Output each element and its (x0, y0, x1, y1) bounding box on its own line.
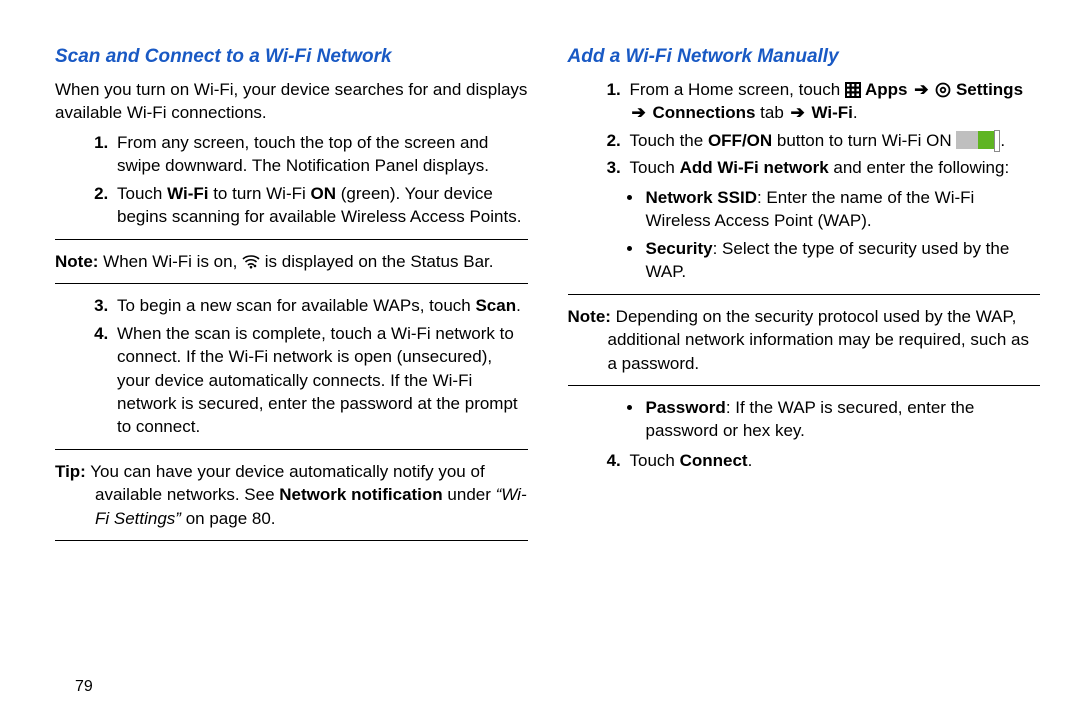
tip-network-notification: Tip: You can have your device automatica… (55, 460, 528, 530)
step-3: To begin a new scan for available WAPs, … (113, 294, 528, 317)
toggle-switch-icon (956, 131, 1000, 149)
text: on page 80. (181, 509, 276, 528)
bullet-list-b: Password: If the WAP is secured, enter t… (568, 396, 1041, 443)
step-4: When the scan is complete, touch a Wi-Fi… (113, 322, 528, 439)
settings-gear-icon (935, 82, 951, 98)
connections-bold: Connections (648, 103, 756, 122)
bullet-security: Security: Select the type of security us… (644, 237, 1041, 284)
divider (55, 283, 528, 284)
step-2: Touch Wi-Fi to turn Wi-Fi ON (green). Yo… (113, 182, 528, 229)
ssid-bold: Network SSID (646, 188, 757, 207)
divider (55, 540, 528, 541)
step-1: From any screen, touch the top of the sc… (113, 131, 528, 178)
text: Depending on the security protocol used … (608, 307, 1029, 373)
text: . (1000, 131, 1005, 150)
add-wifi-bold: Add Wi-Fi network (680, 158, 829, 177)
text: Touch (630, 158, 680, 177)
arrow-icon: ➔ (789, 103, 807, 122)
password-bold: Password (646, 398, 726, 417)
divider (55, 239, 528, 240)
note-security-protocol: Note: Depending on the security protocol… (568, 305, 1041, 375)
bullet-list-a: Network SSID: Enter the name of the Wi-F… (568, 186, 1041, 284)
text: and enter the following: (829, 158, 1010, 177)
bullet-ssid: Network SSID: Enter the name of the Wi-F… (644, 186, 1041, 233)
offon-bold: OFF/ON (708, 131, 772, 150)
left-column: Scan and Connect to a Wi-Fi Network When… (55, 40, 528, 551)
right-column: Add a Wi-Fi Network Manually From a Home… (568, 40, 1041, 551)
heading-add-manually: Add a Wi-Fi Network Manually (568, 46, 1041, 68)
text: When Wi-Fi is on, (98, 252, 242, 271)
text: is displayed on the Status Bar. (265, 252, 494, 271)
page-number: 79 (75, 678, 93, 696)
steps-list-right-b: Touch Connect. (568, 449, 1041, 472)
text: button to turn Wi-Fi ON (772, 131, 956, 150)
step-3: Touch Add Wi-Fi network and enter the fo… (626, 156, 1041, 179)
text: To begin a new scan for available WAPs, … (117, 296, 475, 315)
apps-bold: Apps (861, 80, 908, 99)
connect-bold: Connect (680, 451, 748, 470)
settings-bold: Settings (951, 80, 1023, 99)
wifi-bold: Wi-Fi (807, 103, 853, 122)
step-4: Touch Connect. (626, 449, 1041, 472)
tip-label: Tip: (55, 462, 86, 481)
divider (568, 385, 1041, 386)
text: Touch (630, 451, 680, 470)
text: . (748, 451, 753, 470)
arrow-icon: ➔ (912, 80, 930, 99)
heading-scan-connect: Scan and Connect to a Wi-Fi Network (55, 46, 528, 68)
wifi-bold: Wi-Fi (167, 184, 208, 203)
arrow-icon: ➔ (630, 103, 648, 122)
text: tab (755, 103, 788, 122)
note-label: Note: (55, 252, 98, 271)
intro-text: When you turn on Wi-Fi, your device sear… (55, 78, 528, 125)
security-bold: Security (646, 239, 713, 258)
note-label: Note: (568, 307, 611, 326)
text: under (443, 485, 496, 504)
text: Touch (117, 184, 167, 203)
text: From a Home screen, touch (630, 80, 845, 99)
step-1: From a Home screen, touch Apps ➔ Setting… (626, 78, 1041, 125)
apps-grid-icon (845, 82, 861, 98)
note-wifi-statusbar: Note: When Wi-Fi is on, is displayed on … (55, 250, 528, 273)
steps-list-right-a: From a Home screen, touch Apps ➔ Setting… (568, 78, 1041, 180)
scan-bold: Scan (475, 296, 516, 315)
text: Touch the (630, 131, 708, 150)
on-bold: ON (311, 184, 337, 203)
bullet-password: Password: If the WAP is secured, enter t… (644, 396, 1041, 443)
steps-list-a: From any screen, touch the top of the sc… (55, 131, 528, 229)
text: . (516, 296, 521, 315)
divider (568, 294, 1041, 295)
step-2: Touch the OFF/ON button to turn Wi-Fi ON… (626, 129, 1041, 152)
text: to turn Wi-Fi (208, 184, 310, 203)
network-notification-bold: Network notification (279, 485, 442, 504)
wifi-icon (242, 254, 260, 270)
steps-list-b: To begin a new scan for available WAPs, … (55, 294, 528, 439)
text: . (853, 103, 858, 122)
divider (55, 449, 528, 450)
